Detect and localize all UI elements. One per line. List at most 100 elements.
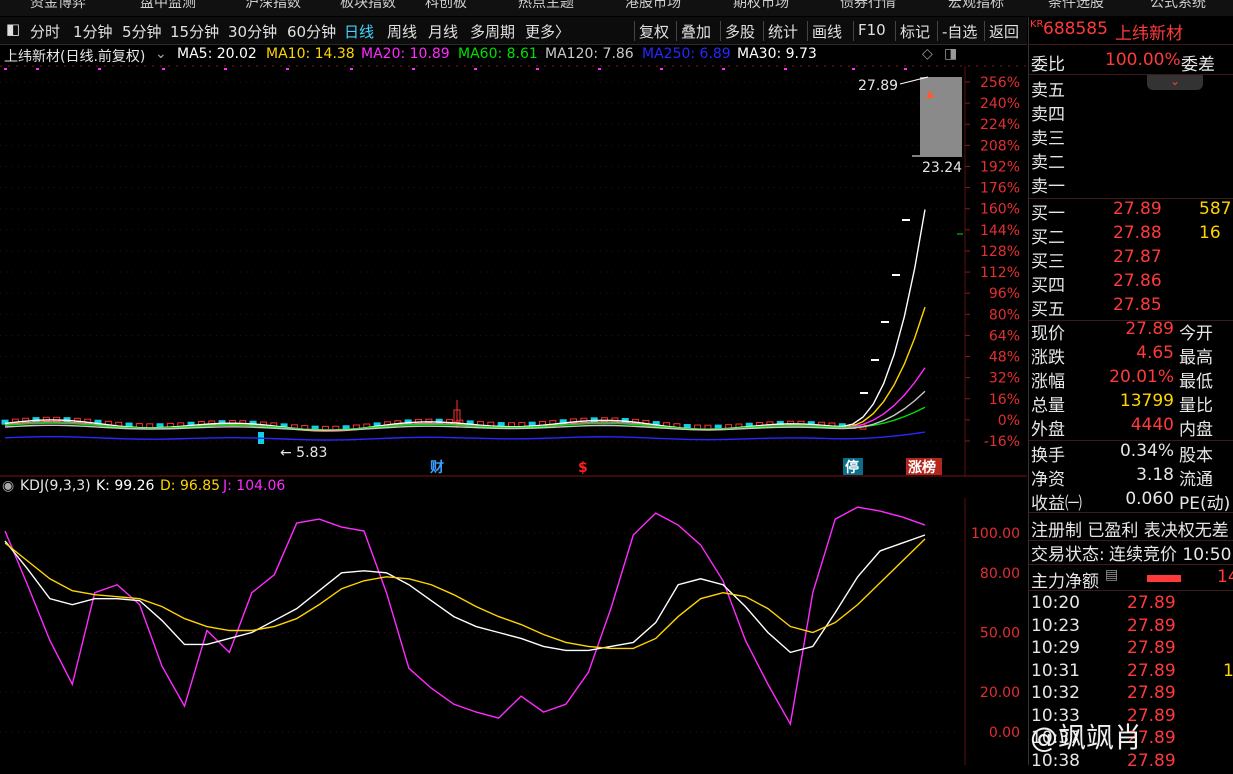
- event-marker[interactable]: $: [578, 460, 588, 476]
- price-axis: 256% 240% 224% 208% 192% 176% 160% 144% 128% 112%…: [965, 75, 1020, 450]
- price-axis-label: 16%: [989, 392, 1020, 408]
- quote-label-right: 内盘: [1179, 420, 1213, 440]
- kdj-settings-icon[interactable]: ◉: [2, 478, 14, 494]
- price-axis-label: 160%: [980, 202, 1020, 218]
- quote-panel: KR 688585 上纬新材 委比 100.00% 委差 ⌄ 卖五 卖四 卖三 卖二 卖一 买一 27.8…: [1028, 17, 1233, 771]
- ma-line: [4, 306, 926, 432]
- fund-row: 收益㈠ 0.060 PE(动): [1031, 489, 1233, 514]
- dot-marker: [98, 68, 101, 70]
- sell-level: 卖五: [1031, 76, 1233, 101]
- main-flow-row: 主力净额 ▤ 14: [1031, 567, 1233, 592]
- kdj-axis: 100.00 80.00 50.00 20.00 0.00: [971, 526, 1020, 741]
- watermark: @飒飒肖: [1030, 721, 1143, 754]
- price-axis-label: 64%: [989, 328, 1020, 344]
- buy-price: 27.85: [1113, 295, 1162, 315]
- chart-canvas[interactable]: 256% 240% 224% 208% 192% 176% 160% 144% 128% 112%…: [0, 0, 1027, 765]
- kdj-axis-label: 20.00: [980, 685, 1020, 701]
- dot-marker: [598, 68, 601, 70]
- buy-label: 买一: [1031, 204, 1065, 224]
- buy-price: 27.88: [1113, 223, 1162, 243]
- fund-value: 0.34%: [1119, 441, 1174, 461]
- quote-label: 涨幅: [1031, 372, 1065, 392]
- sell-label: 卖一: [1031, 177, 1065, 197]
- kdj-legend-item: KDJ(9,3,3): [20, 478, 91, 494]
- ma-lines: [4, 209, 926, 441]
- kdj-legend-item: K: 99.26: [96, 478, 155, 494]
- sell-label: 卖五: [1031, 81, 1065, 101]
- buy-label: 买四: [1031, 276, 1065, 296]
- panel-divider: [1029, 44, 1233, 45]
- fund-row: 换手 0.34% 股本: [1031, 441, 1233, 466]
- dot-marker: [722, 68, 725, 70]
- kdj-legend-bar: ◉ KDJ(9,3,3) K: 99.26 D: 96.85 J: 104.06: [0, 476, 1027, 498]
- buy-price: 27.89: [1113, 199, 1162, 219]
- quote-value: 13799: [1119, 391, 1174, 411]
- kdj-lines: [4, 506, 926, 727]
- kdj-k-line: [4, 534, 926, 654]
- buy-level: 买二 27.88 16: [1031, 223, 1233, 248]
- quote-label-right: 最低: [1179, 372, 1213, 392]
- fund-label: 收益㈠: [1031, 494, 1082, 514]
- today-range-box: [920, 77, 962, 157]
- list-icon[interactable]: ▤: [1105, 567, 1118, 583]
- panel-divider: [1029, 74, 1233, 75]
- kdj-legend-item: D: 96.85: [160, 478, 221, 494]
- stock-code: 688585: [1043, 19, 1108, 39]
- sell-label: 卖二: [1031, 153, 1065, 173]
- fund-value: 0.060: [1125, 489, 1174, 509]
- price-axis-label: 48%: [989, 350, 1020, 366]
- weibi-row: 委比 100.00% 委差: [1031, 50, 1233, 75]
- event-marker[interactable]: 停: [845, 459, 859, 476]
- tick-price: 27.89: [1127, 638, 1176, 658]
- event-marker[interactable]: 财: [429, 459, 444, 476]
- nav-item[interactable]: 条件选股: [1048, 0, 1104, 12]
- tick-time: 10:31: [1031, 660, 1080, 681]
- quote-label: 涨跌: [1031, 348, 1065, 368]
- buy-price: 27.87: [1113, 247, 1162, 267]
- main-flow-value: 14: [1217, 567, 1233, 587]
- fund-value: 3.18: [1136, 465, 1174, 485]
- quote-label: 总量: [1031, 396, 1065, 416]
- dot-marker: [904, 68, 907, 70]
- panel-divider: [1029, 590, 1233, 591]
- status-row: 交易状态:连续竞价 10:50:2: [1031, 540, 1233, 565]
- status-value: 连续竞价 10:50:2: [1109, 545, 1233, 565]
- buy-price: 27.86: [1113, 271, 1162, 291]
- tick-row: 10:23 27.89: [1031, 616, 1233, 639]
- fund-label: 净资: [1031, 470, 1065, 490]
- low-price-label: 23.24: [922, 160, 962, 176]
- tick-price: 27.89: [1127, 683, 1176, 703]
- dot-marker: [4, 68, 7, 70]
- quote-row: 外盘 4440 内盘: [1031, 415, 1233, 440]
- weibi-value: 100.00%: [1105, 50, 1181, 70]
- price-axis-label: 0%: [998, 413, 1020, 429]
- ma-line: [4, 209, 926, 432]
- quote-row: 总量 13799 量比: [1031, 391, 1233, 416]
- quote-row: 涨幅 20.01% 最低: [1031, 367, 1233, 392]
- dot-marker: [350, 68, 353, 70]
- price-axis-label: 176%: [980, 181, 1020, 197]
- dot-marker: [162, 68, 165, 70]
- event-markers: 财 $ 停 涨榜: [429, 458, 942, 476]
- tick-price: 27.89: [1127, 660, 1176, 681]
- nav-item[interactable]: 公式系统: [1150, 0, 1206, 12]
- fund-label-right: 股本: [1179, 446, 1213, 466]
- kdj-legend-item: J: 104.06: [223, 478, 286, 494]
- price-marks: 27.89 23.24 ← 5.83: [4, 68, 962, 461]
- buy-level: 买五 27.85: [1031, 295, 1233, 320]
- buy-label: 买五: [1031, 300, 1065, 320]
- quote-label: 现价: [1031, 324, 1065, 344]
- tick-price: 27.89: [1127, 615, 1176, 636]
- quote-value: 20.01%: [1109, 367, 1174, 387]
- stock-header: KR 688585 上纬新材: [1030, 19, 1233, 44]
- tick-row: 10:20 27.89: [1031, 593, 1233, 616]
- buy-volume: 16: [1199, 223, 1221, 243]
- dot-marker: [36, 68, 39, 70]
- kdj-axis-label: 50.00: [980, 626, 1020, 642]
- fund-row: 净资 3.18 流通: [1031, 465, 1233, 490]
- price-axis-label: 192%: [980, 159, 1020, 175]
- dot-marker: [852, 68, 855, 70]
- ma-line: [4, 406, 926, 431]
- kdj-grid: [0, 498, 966, 765]
- event-marker[interactable]: 涨榜: [908, 459, 936, 476]
